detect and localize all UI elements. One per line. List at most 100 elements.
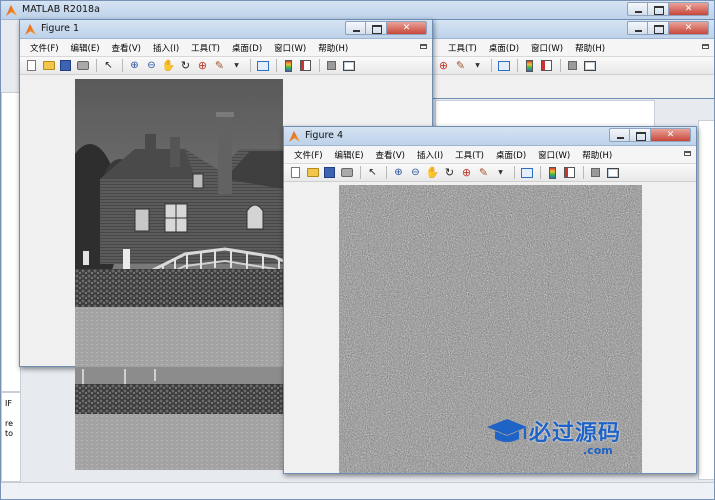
- menu-desktop[interactable]: 桌面(D): [226, 42, 268, 54]
- grayscale-house-photo[interactable]: [75, 79, 283, 470]
- left-label-2: re: [5, 419, 14, 428]
- matlab-titlebar: MATLAB R2018a: [1, 1, 714, 20]
- figure4-toolbar: ↖ ⊕ ⊖ ✋ ↻ ⊕ ✎ ▼: [284, 163, 696, 182]
- menu-insert[interactable]: 插入(I): [411, 149, 449, 161]
- hide-plot-tools-icon[interactable]: [324, 58, 339, 73]
- menu-edit[interactable]: 编辑(E): [329, 149, 370, 161]
- menu-desktop[interactable]: 桌面(D): [490, 149, 532, 161]
- figure4-minimize-button[interactable]: [609, 128, 630, 142]
- save-icon[interactable]: [322, 165, 337, 180]
- figure4-title: Figure 4: [305, 130, 344, 141]
- bg-menu-window[interactable]: 窗口(W): [525, 42, 569, 54]
- figure1-menubar: 文件(F) 编辑(E) 查看(V) 插入(I) 工具(T) 桌面(D) 窗口(W…: [20, 39, 432, 56]
- figure4-matlab-icon: [289, 131, 300, 142]
- link-plot-icon[interactable]: [519, 165, 534, 180]
- menu-view[interactable]: 查看(V): [370, 149, 411, 161]
- figure1-minimize-button[interactable]: [345, 21, 366, 35]
- command-window-panel[interactable]: IF re to: [1, 392, 21, 482]
- menu-help[interactable]: 帮助(H): [576, 149, 618, 161]
- matlab-logo-icon: [6, 5, 17, 16]
- matlab-title: MATLAB R2018a: [22, 4, 100, 15]
- bg-maximize-button[interactable]: [648, 21, 669, 35]
- background-figure-window: 工具(T) 桌面(D) 窗口(W) 帮助(H) ⊕ ✎ ▼: [425, 19, 715, 99]
- bg-close-button[interactable]: [669, 21, 709, 35]
- menu-window[interactable]: 窗口(W): [268, 42, 312, 54]
- data-cursor-icon[interactable]: ⊕: [459, 165, 474, 180]
- menu-tools[interactable]: 工具(T): [185, 42, 226, 54]
- zoom-out-icon[interactable]: ⊖: [408, 165, 423, 180]
- matlab-minimize-button[interactable]: [627, 2, 648, 16]
- menu-edit[interactable]: 编辑(E): [65, 42, 106, 54]
- open-file-icon[interactable]: [41, 58, 56, 73]
- dropdown-arrow-icon[interactable]: ▼: [229, 58, 244, 73]
- brush-icon[interactable]: ✎: [453, 58, 468, 73]
- figure1-toolbar: ↖ ⊕ ⊖ ✋ ↻ ⊕ ✎ ▼: [20, 56, 432, 75]
- data-cursor-icon[interactable]: ⊕: [436, 58, 451, 73]
- rotate-3d-icon[interactable]: ↻: [442, 165, 457, 180]
- new-figure-icon[interactable]: [288, 165, 303, 180]
- menu-tools[interactable]: 工具(T): [449, 149, 490, 161]
- link-plot-icon[interactable]: [255, 58, 270, 73]
- edit-plot-arrow-icon[interactable]: ↖: [365, 165, 380, 180]
- colorbar-icon[interactable]: [522, 58, 537, 73]
- open-file-icon[interactable]: [305, 165, 320, 180]
- pan-hand-icon[interactable]: ✋: [161, 58, 176, 73]
- dropdown-arrow-icon[interactable]: ▼: [470, 58, 485, 73]
- bg-menubar: 工具(T) 桌面(D) 窗口(W) 帮助(H): [426, 39, 714, 56]
- legend-icon[interactable]: [539, 58, 554, 73]
- bg-menu-desktop[interactable]: 桌面(D): [483, 42, 525, 54]
- pan-hand-icon[interactable]: ✋: [425, 165, 440, 180]
- right-panel: [698, 120, 714, 480]
- brush-icon[interactable]: ✎: [212, 58, 227, 73]
- link-plot-icon[interactable]: [496, 58, 511, 73]
- menu-window[interactable]: 窗口(W): [532, 149, 576, 161]
- figure4-dock-icon[interactable]: [684, 151, 691, 156]
- brush-icon[interactable]: ✎: [476, 165, 491, 180]
- bg-menu-help[interactable]: 帮助(H): [569, 42, 611, 54]
- zoom-in-icon[interactable]: ⊕: [127, 58, 142, 73]
- background-figure-titlebar: [426, 20, 714, 39]
- figure1-close-button[interactable]: [387, 21, 427, 35]
- menu-insert[interactable]: 插入(I): [147, 42, 185, 54]
- colorbar-icon[interactable]: [281, 58, 296, 73]
- graduation-cap-icon: [487, 419, 527, 442]
- zoom-in-icon[interactable]: ⊕: [391, 165, 406, 180]
- matlab-close-button[interactable]: [669, 2, 709, 16]
- watermark-domain: .com: [583, 444, 613, 457]
- left-label-1: IF: [5, 399, 12, 408]
- save-icon[interactable]: [58, 58, 73, 73]
- zoom-out-icon[interactable]: ⊖: [144, 58, 159, 73]
- bg-dock-icon[interactable]: [702, 44, 709, 49]
- menu-file[interactable]: 文件(F): [24, 42, 65, 54]
- figure1-dock-icon[interactable]: [420, 44, 427, 49]
- figure4-close-button[interactable]: [651, 128, 691, 142]
- hide-plot-tools-icon[interactable]: [565, 58, 580, 73]
- dropdown-arrow-icon[interactable]: ▼: [493, 165, 508, 180]
- rotate-3d-icon[interactable]: ↻: [178, 58, 193, 73]
- colorbar-icon[interactable]: [545, 165, 560, 180]
- show-plot-tools-icon[interactable]: [341, 58, 356, 73]
- new-figure-icon[interactable]: [24, 58, 39, 73]
- data-cursor-icon[interactable]: ⊕: [195, 58, 210, 73]
- figure4-titlebar: Figure 4: [284, 127, 696, 146]
- bg-menu-tools[interactable]: 工具(T): [442, 42, 483, 54]
- bg-minimize-button[interactable]: [627, 21, 648, 35]
- figure1-matlab-icon: [25, 24, 36, 35]
- edit-plot-arrow-icon[interactable]: ↖: [101, 58, 116, 73]
- hide-plot-tools-icon[interactable]: [588, 165, 603, 180]
- menu-help[interactable]: 帮助(H): [312, 42, 354, 54]
- legend-icon[interactable]: [298, 58, 313, 73]
- legend-icon[interactable]: [562, 165, 577, 180]
- print-icon[interactable]: [75, 58, 90, 73]
- show-plot-tools-icon[interactable]: [582, 58, 597, 73]
- watermark-text: 必过源码: [529, 421, 622, 446]
- show-plot-tools-icon[interactable]: [605, 165, 620, 180]
- menu-file[interactable]: 文件(F): [288, 149, 329, 161]
- menu-view[interactable]: 查看(V): [106, 42, 147, 54]
- bg-figure-area: [426, 75, 714, 98]
- figure4-maximize-button[interactable]: [630, 128, 651, 142]
- figure1-maximize-button[interactable]: [366, 21, 387, 35]
- matlab-maximize-button[interactable]: [648, 2, 669, 16]
- status-bar: [1, 482, 714, 499]
- print-icon[interactable]: [339, 165, 354, 180]
